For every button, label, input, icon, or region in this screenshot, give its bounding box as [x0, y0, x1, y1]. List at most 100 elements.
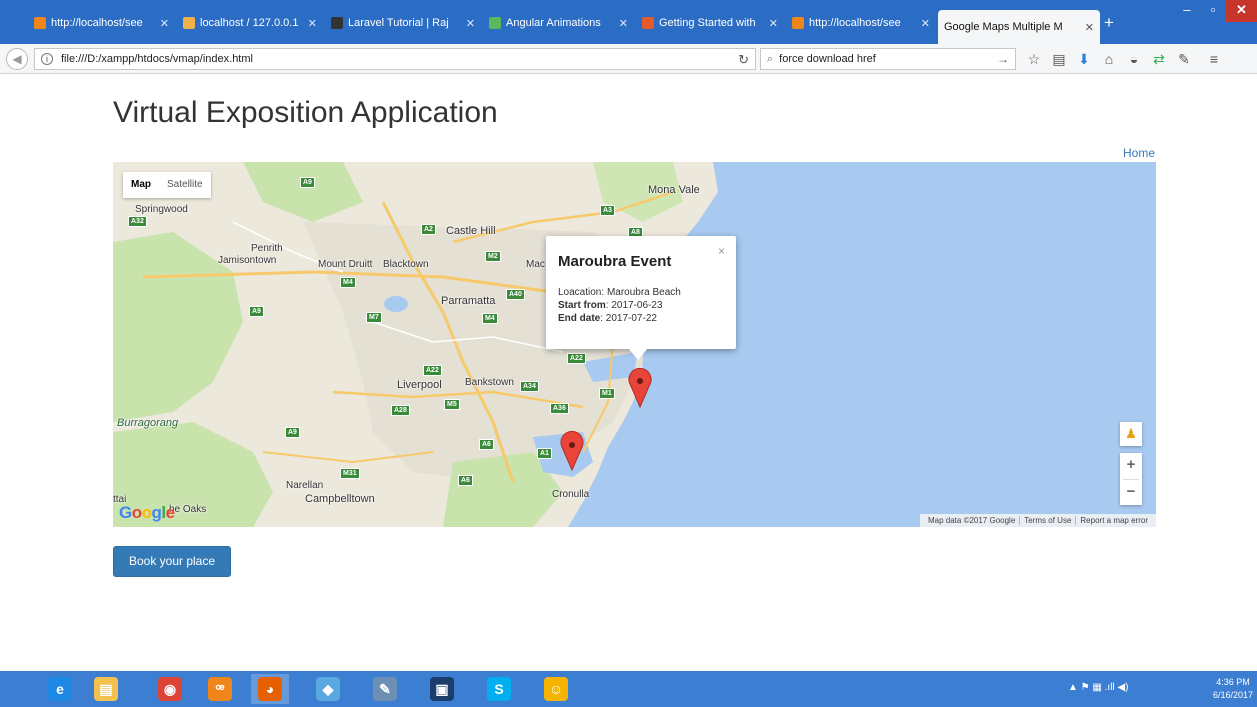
place-label: Cronulla	[552, 489, 590, 500]
home-icon[interactable]: ⌂	[1100, 51, 1118, 67]
road-shield: A9	[249, 306, 264, 317]
google-map[interactable]: Map Satellite Mona Vale Springwood Castl…	[113, 162, 1156, 527]
place-label: Mona Vale	[648, 184, 700, 196]
new-tab-button[interactable]: +	[1104, 13, 1114, 33]
address-bar[interactable]: i file:///D:/xampp/htdocs/vmap/index.htm…	[34, 48, 756, 70]
extension-icon[interactable]: ✎	[1175, 51, 1193, 67]
browser-tab-strip: http://localhost/see ✕ localhost / 127.0.0…	[0, 0, 1257, 44]
browser-tab[interactable]: Google Maps Multiple M ✕	[938, 10, 1100, 44]
taskbar-chrome-button[interactable]: ◉	[151, 674, 189, 704]
search-box[interactable]: ⌕ force download href →	[760, 48, 1016, 70]
tab-close-icon[interactable]: ✕	[769, 17, 778, 30]
tab-favicon-icon	[331, 17, 343, 29]
taskbar-notepad-button[interactable]: ✎	[366, 674, 404, 704]
map-type-control: Map Satellite	[123, 172, 211, 198]
app-face-icon: ☺	[544, 677, 568, 701]
tab-favicon-icon	[183, 17, 195, 29]
home-link[interactable]: Home	[1123, 146, 1155, 160]
taskbar-file-explorer-button[interactable]: ▤	[87, 674, 125, 704]
search-input[interactable]: force download href	[779, 53, 876, 65]
road-shield: A2	[421, 224, 436, 235]
place-label: Castle Hill	[446, 225, 496, 237]
tab-title: Google Maps Multiple M	[944, 21, 1063, 33]
road-shield: A6	[479, 439, 494, 450]
search-go-icon[interactable]: →	[997, 52, 1009, 66]
zoom-out-button[interactable]: −	[1120, 480, 1142, 506]
tab-close-icon[interactable]: ✕	[921, 17, 930, 30]
browser-tab[interactable]: http://localhost/see ✕	[28, 12, 175, 34]
event-title: Maroubra Event	[558, 253, 672, 270]
tab-favicon-icon	[642, 17, 654, 29]
maximize-button[interactable]: ▫	[1200, 0, 1226, 22]
place-label: Mount Druitt	[318, 259, 373, 270]
close-icon[interactable]: ×	[718, 244, 725, 258]
road-shield: A1	[537, 448, 552, 459]
taskbar-clock[interactable]: 4:36 PM 6/16/2017	[1212, 676, 1254, 702]
road-shield: A34	[520, 381, 539, 392]
browser-tab[interactable]: Laravel Tutorial | Raj ✕	[325, 12, 481, 34]
browser-tab[interactable]: localhost / 127.0.0.1 ✕	[177, 12, 323, 34]
place-label: Jamisontown	[218, 255, 277, 266]
tab-title: Getting Started with	[659, 17, 756, 29]
app-diamond-icon: ◆	[316, 677, 340, 701]
taskbar-virtualbox-button[interactable]: ▣	[423, 674, 461, 704]
reading-list-icon[interactable]: ▤	[1050, 51, 1068, 67]
taskbar-xampp-button[interactable]: ꟹ	[201, 674, 239, 704]
tab-title: Laravel Tutorial | Raj	[348, 17, 449, 29]
place-label: Burragorang	[117, 417, 179, 429]
browser-tab[interactable]: http://localhost/see ✕	[786, 12, 936, 34]
taskbar-app-face-button[interactable]: ☺	[537, 674, 575, 704]
back-button[interactable]: ◀	[6, 48, 28, 70]
terms-of-use-link[interactable]: Terms of Use	[1019, 516, 1075, 525]
tab-close-icon[interactable]: ✕	[308, 17, 317, 30]
page-title: Virtual Exposition Application	[113, 96, 498, 129]
tab-close-icon[interactable]: ✕	[466, 17, 475, 30]
skype-icon: S	[487, 677, 511, 701]
place-label: Springwood	[135, 204, 188, 215]
browser-tab[interactable]: Angular Animations ✕	[483, 12, 634, 34]
back-arrow-icon: ◀	[12, 52, 22, 66]
event-start-date: Start from: 2017-06-23	[558, 300, 663, 311]
road-shield: M4	[482, 313, 498, 324]
taskbar-firefox-button[interactable]: ◕	[251, 674, 289, 704]
notepad-icon: ✎	[373, 677, 397, 701]
road-shield: A9	[300, 177, 315, 188]
place-label: Narellan	[286, 480, 324, 491]
book-your-place-button[interactable]: Book your place	[113, 546, 231, 577]
reload-icon[interactable]: ↻	[738, 52, 749, 68]
tab-close-icon[interactable]: ✕	[619, 17, 628, 30]
tab-favicon-icon	[34, 17, 46, 29]
road-shield: M1	[599, 388, 615, 399]
road-shield: A36	[550, 403, 569, 414]
place-label: Blacktown	[383, 259, 429, 270]
pocket-icon[interactable]: ◒	[1125, 51, 1143, 67]
taskbar-internet-explorer-button[interactable]: e	[41, 674, 79, 704]
report-map-error-link[interactable]: Report a map error	[1075, 516, 1152, 525]
system-tray-icons[interactable]: ▲ ⚑ ▦ .ıll ◀)	[1068, 682, 1128, 693]
bookmark-star-icon[interactable]: ☆	[1025, 51, 1043, 67]
place-label: Penrith	[251, 243, 283, 254]
taskbar-skype-button[interactable]: S	[480, 674, 518, 704]
street-view-pegman-icon[interactable]: ♟	[1120, 422, 1142, 446]
close-window-button[interactable]: ✕	[1226, 0, 1257, 22]
tab-close-icon[interactable]: ✕	[1085, 21, 1094, 34]
minimize-button[interactable]: –	[1174, 0, 1200, 22]
map-type-satellite-button[interactable]: Satellite	[159, 172, 211, 198]
map-attribution: Map data ©2017 Google Terms of Use Repor…	[919, 514, 1156, 527]
tab-close-icon[interactable]: ✕	[160, 17, 169, 30]
clock-date: 6/16/2017	[1212, 690, 1254, 700]
sync-icon[interactable]: ⇄	[1150, 51, 1168, 67]
place-label: Bankstown	[465, 377, 514, 388]
url-text[interactable]: file:///D:/xampp/htdocs/vmap/index.html	[61, 53, 253, 65]
browser-tab[interactable]: Getting Started with ✕	[636, 12, 784, 34]
place-label: Campbelltown	[305, 493, 375, 505]
firefox-icon: ◕	[258, 677, 282, 701]
google-logo[interactable]: Google	[119, 503, 175, 523]
road-shield: A3	[600, 205, 615, 216]
map-type-map-button[interactable]: Map	[123, 172, 159, 198]
info-icon[interactable]: i	[41, 53, 53, 65]
download-icon[interactable]: ⬇	[1075, 51, 1093, 67]
menu-icon[interactable]: ≡	[1205, 51, 1223, 67]
taskbar-app-diamond-button[interactable]: ◆	[309, 674, 347, 704]
zoom-in-button[interactable]: +	[1120, 453, 1142, 479]
